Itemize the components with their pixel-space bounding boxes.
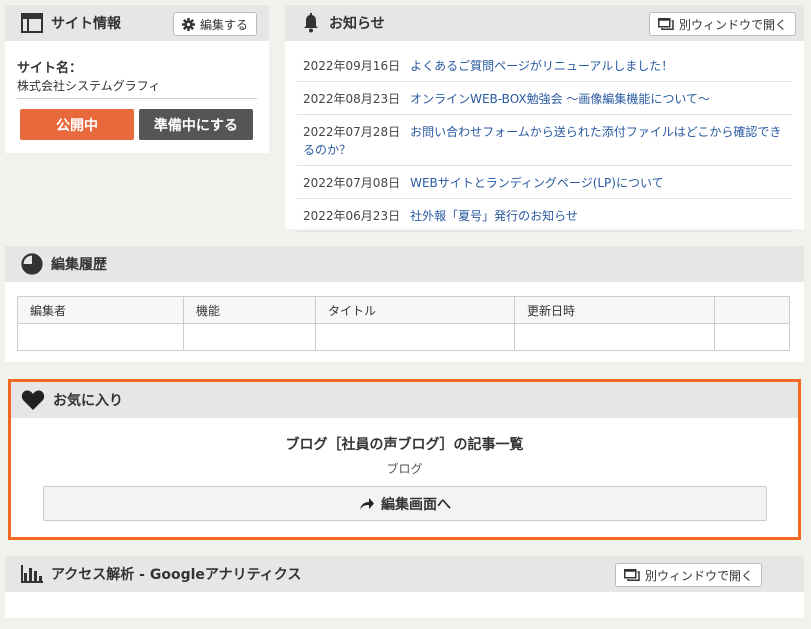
- site-edit-button[interactable]: 編集する: [173, 12, 258, 36]
- window-icon: [21, 13, 43, 33]
- go-to-edit-label: 編集画面へ: [381, 496, 451, 513]
- news-date: 2022年07月08日: [303, 176, 401, 190]
- list-item[interactable]: 2022年08月23日 オンラインWEB-BOX勉強会 ～画像編集機能について～: [297, 82, 792, 115]
- news-date: 2022年08月23日: [303, 92, 401, 106]
- site-name-value: 株式会社システムグラフィ: [17, 79, 161, 93]
- analytics-header: アクセス解析 - Googleアナリティクス 別ウィンドウで開く: [5, 556, 804, 592]
- news-link[interactable]: よくあるご質問ページがリニューアルしました！: [410, 59, 673, 73]
- edit-history-title: 編集履歴: [51, 257, 107, 273]
- news-link[interactable]: WEBサイトとランディングページ(LP)について: [410, 176, 664, 190]
- favorite-item-type: ブログ: [386, 462, 423, 476]
- list-item[interactable]: 2022年09月16日 よくあるご質問ページがリニューアルしました！: [297, 49, 792, 82]
- list-item[interactable]: 2022年07月28日 お問い合わせフォームから送られた添付ファイルはどこから確認…: [297, 115, 792, 166]
- site-info-header: サイト情報 編集する: [5, 5, 269, 41]
- news-date: 2022年09月16日: [303, 59, 401, 73]
- public-status-button[interactable]: 公開中: [20, 109, 134, 140]
- column-header-updated: 更新日時: [514, 296, 715, 324]
- bar-chart-icon: [21, 565, 43, 583]
- column-header-feature: 機能: [183, 296, 316, 324]
- site-edit-label: 編集する: [200, 17, 249, 32]
- column-header-title: タイトル: [315, 296, 515, 324]
- analytics-open-window-button[interactable]: 別ウィンドウで開く: [614, 563, 762, 587]
- news-open-window-label: 別ウィンドウで開く: [678, 17, 787, 32]
- analytics-open-window-label: 別ウィンドウで開く: [644, 568, 753, 583]
- analytics-panel: アクセス解析 - Googleアナリティクス 別ウィンドウで開く: [5, 556, 804, 618]
- table-cell: [514, 323, 715, 351]
- favorite-item-title: ブログ［社員の声ブログ］の記事一覧: [285, 437, 524, 453]
- news-header: お知らせ 別ウィンドウで開く: [285, 5, 804, 41]
- table-row: [17, 323, 790, 351]
- table-cell: [315, 323, 515, 351]
- heart-icon: [21, 390, 45, 410]
- site-name-label: サイト名：: [17, 61, 83, 76]
- edit-history-header: 編集履歴: [5, 246, 804, 282]
- list-item[interactable]: 2022年07月08日 WEBサイトとランディングページ(LP)について: [297, 166, 792, 199]
- analytics-title: アクセス解析 - Googleアナリティクス: [51, 567, 302, 583]
- pie-chart-icon: [21, 253, 43, 275]
- bell-icon: [304, 13, 318, 33]
- table-cell: [183, 323, 316, 351]
- list-item[interactable]: 2022年06月23日 社外報「夏号」発行のお知らせ: [297, 199, 792, 232]
- set-preparing-button[interactable]: 準備中にする: [139, 109, 253, 140]
- news-link[interactable]: 社外報「夏号」発行のお知らせ: [410, 209, 578, 223]
- table-header-row: 編集者 機能 タイトル 更新日時: [17, 296, 790, 324]
- news-date: 2022年07月28日: [303, 125, 401, 139]
- go-to-edit-button[interactable]: 編集画面へ: [43, 486, 767, 521]
- news-date: 2022年06月23日: [303, 209, 401, 223]
- column-header-editor: 編集者: [17, 296, 184, 324]
- column-header-action: [714, 296, 790, 324]
- gear-icon: [182, 17, 195, 31]
- favorite-header: お気に入り: [11, 382, 798, 418]
- edit-history-table: 編集者 機能 タイトル 更新日時: [17, 296, 790, 351]
- new-window-icon: [623, 569, 640, 581]
- share-arrow-icon: [360, 497, 374, 510]
- table-cell: [714, 323, 790, 351]
- site-info-panel: サイト情報 編集する サイト名： 株式会社システムグラフィ 公開中 準備中にする: [5, 5, 269, 153]
- favorite-panel: お気に入り ブログ［社員の声ブログ］の記事一覧 ブログ 編集画面へ: [8, 379, 801, 540]
- edit-history-panel: 編集履歴 編集者 機能 タイトル 更新日時: [5, 246, 804, 362]
- news-panel: お知らせ 別ウィンドウで開く 2022年09月16日 よくあるご質問ページがリニュ…: [285, 5, 804, 232]
- divider: [17, 98, 257, 99]
- new-window-icon: [657, 18, 674, 30]
- favorite-title: お気に入り: [53, 393, 123, 409]
- news-title: お知らせ: [329, 16, 385, 32]
- news-open-window-button[interactable]: 別ウィンドウで開く: [648, 12, 796, 36]
- site-info-title: サイト情報: [51, 16, 121, 32]
- news-link[interactable]: オンラインWEB-BOX勉強会 ～画像編集機能について～: [410, 92, 710, 106]
- table-cell: [17, 323, 184, 351]
- news-list: 2022年09月16日 よくあるご質問ページがリニューアルしました！ 2022年0…: [297, 49, 792, 232]
